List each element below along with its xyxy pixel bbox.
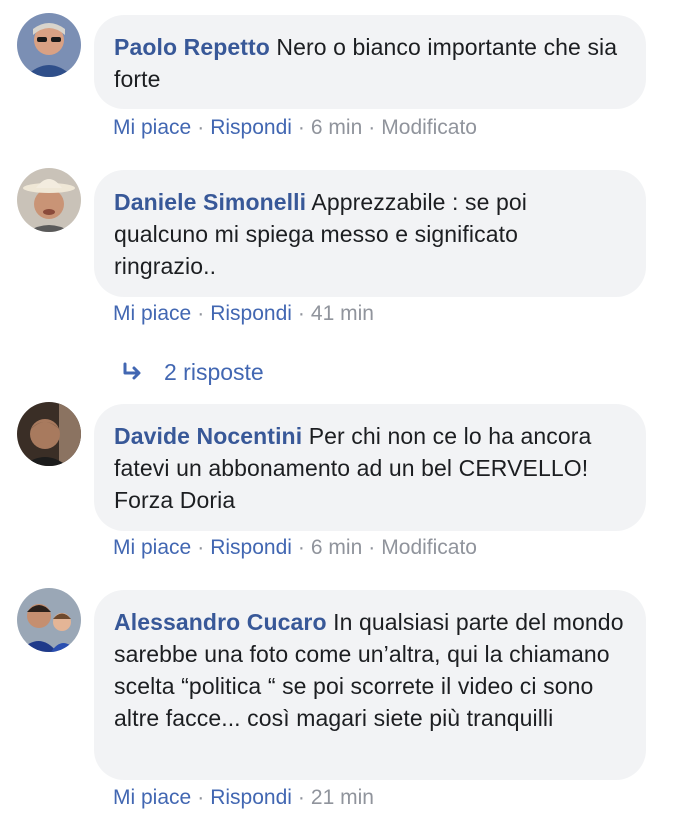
comment-bubble: Alessandro Cucaro In qualsiasi parte del… — [94, 590, 646, 780]
avatar-man-dark-background-icon — [17, 402, 81, 466]
edited-label[interactable]: Modificato — [381, 116, 477, 139]
separator-dot: · — [297, 116, 305, 139]
avatar[interactable] — [17, 588, 81, 652]
like-link[interactable]: Mi piace — [113, 786, 191, 809]
reply-link[interactable]: Rispondi — [210, 786, 292, 809]
comment-timestamp[interactable]: 41 min — [311, 302, 374, 325]
comment-timestamp[interactable]: 21 min — [311, 786, 374, 809]
comment-timestamp[interactable]: 6 min — [311, 536, 362, 559]
separator-dot: · — [197, 536, 205, 559]
reply-link[interactable]: Rispondi — [210, 302, 292, 325]
separator-dot: · — [297, 786, 305, 809]
replies-count-label[interactable]: 2 risposte — [164, 359, 264, 385]
reply-link[interactable]: Rispondi — [210, 536, 292, 559]
avatar-man-sunglasses-icon — [17, 13, 81, 77]
comment-bubble: Daniele Simonelli Apprezzabile : se poi … — [94, 170, 646, 297]
separator-dot: · — [297, 302, 305, 325]
comment-actions: Mi piace · Rispondi · 6 min · Modificato — [113, 533, 477, 563]
avatar-man-cowboy-hat-icon — [17, 168, 81, 232]
like-link[interactable]: Mi piace — [113, 116, 191, 139]
separator-dot: · — [368, 536, 376, 559]
reply-arrow-icon — [120, 358, 164, 390]
comment-author[interactable]: Davide Nocentini — [114, 423, 302, 449]
comment-actions: Mi piace · Rispondi · 41 min — [113, 299, 374, 329]
separator-dot: · — [197, 302, 205, 325]
comment-actions: Mi piace · Rispondi · 21 min — [113, 783, 374, 813]
like-link[interactable]: Mi piace — [113, 302, 191, 325]
comment-bubble: Paolo Repetto Nero o bianco importante c… — [94, 15, 646, 109]
separator-dot: · — [197, 116, 205, 139]
edited-label[interactable]: Modificato — [381, 536, 477, 559]
avatar-man-and-child-icon — [17, 588, 81, 652]
comment-author[interactable]: Daniele Simonelli — [114, 189, 306, 215]
separator-dot: · — [368, 116, 376, 139]
view-replies-link[interactable]: 2 risposte — [120, 356, 264, 388]
comment-timestamp[interactable]: 6 min — [311, 116, 362, 139]
reply-link[interactable]: Rispondi — [210, 116, 292, 139]
comment-author[interactable]: Paolo Repetto — [114, 34, 270, 60]
comment-author[interactable]: Alessandro Cucaro — [114, 609, 327, 635]
avatar[interactable] — [17, 402, 81, 466]
comment-bubble: Davide Nocentini Per chi non ce lo ha an… — [94, 404, 646, 531]
avatar[interactable] — [17, 168, 81, 232]
comment-actions: Mi piace · Rispondi · 6 min · Modificato — [113, 113, 477, 143]
separator-dot: · — [197, 786, 205, 809]
like-link[interactable]: Mi piace — [113, 536, 191, 559]
separator-dot: · — [297, 536, 305, 559]
avatar[interactable] — [17, 13, 81, 77]
